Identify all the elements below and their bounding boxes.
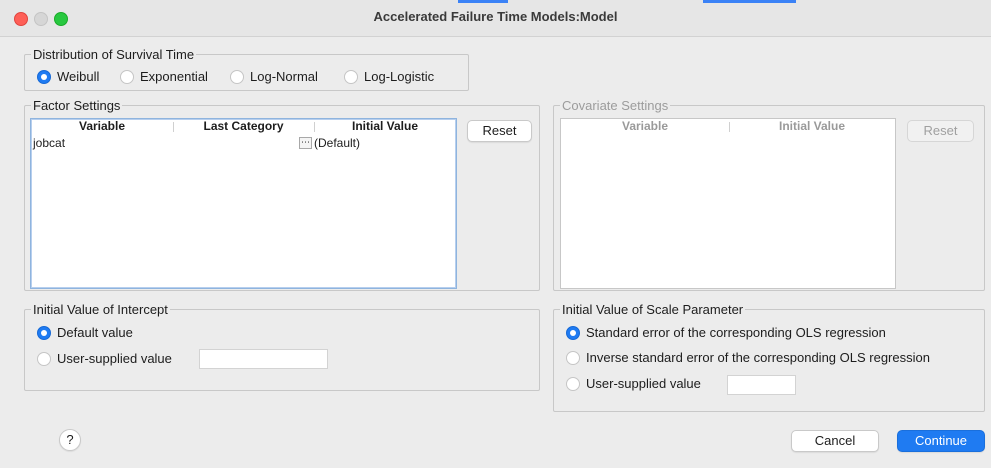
column-header-variable[interactable]: Variable: [561, 119, 729, 134]
radio-indicator: [344, 69, 358, 84]
radio-label: Log-Normal: [250, 69, 318, 84]
table-header: Variable Last Category Initial Value: [31, 119, 456, 134]
column-header-initial-value[interactable]: Initial Value: [314, 119, 456, 134]
window-title: Accelerated Failure Time Models:Model: [373, 9, 618, 24]
radio-label: Inverse standard error of the correspond…: [586, 350, 930, 365]
dialog-window: Accelerated Failure Time Models:Model Di…: [0, 0, 991, 468]
radio-exponential[interactable]: Exponential: [120, 69, 208, 84]
table-header: Variable Initial Value: [561, 119, 895, 134]
radio-intercept-default[interactable]: Default value: [37, 325, 133, 340]
radio-indicator: [37, 325, 51, 340]
scale-legend: Initial Value of Scale Parameter: [562, 302, 744, 317]
radio-indicator: [230, 69, 244, 84]
covariate-reset-button[interactable]: Reset: [907, 120, 974, 142]
radio-indicator: [37, 69, 51, 84]
column-header-variable[interactable]: Variable: [31, 119, 173, 134]
radio-scale-standard-error[interactable]: Standard error of the corresponding OLS …: [566, 325, 886, 340]
radio-indicator: [566, 350, 580, 365]
radio-label: Log-Logistic: [364, 69, 435, 84]
radio-log-normal[interactable]: Log-Normal: [230, 69, 318, 84]
intercept-value-input[interactable]: [199, 349, 328, 369]
cell-initial-value[interactable]: (Default): [314, 136, 360, 150]
column-header-last-category[interactable]: Last Category: [173, 119, 314, 134]
help-button[interactable]: ?: [59, 429, 81, 451]
covariate-settings-table[interactable]: Variable Initial Value: [560, 118, 896, 289]
background-window-strip: [458, 0, 508, 3]
scale-value-input[interactable]: [727, 375, 796, 395]
factor-settings-legend: Factor Settings: [33, 98, 121, 113]
cancel-button[interactable]: Cancel: [791, 430, 879, 452]
radio-label: Exponential: [140, 69, 208, 84]
distribution-legend: Distribution of Survival Time: [33, 47, 195, 62]
radio-indicator: [120, 69, 134, 84]
radio-indicator: [566, 325, 580, 340]
radio-scale-inverse-standard-error[interactable]: Inverse standard error of the correspond…: [566, 350, 930, 365]
column-header-initial-value[interactable]: Initial Value: [729, 119, 895, 134]
intercept-legend: Initial Value of Intercept: [33, 302, 168, 317]
title-bar: Accelerated Failure Time Models:Model: [0, 0, 991, 37]
radio-log-logistic[interactable]: Log-Logistic: [344, 69, 434, 84]
continue-button[interactable]: Continue: [897, 430, 985, 452]
radio-indicator: [566, 376, 580, 391]
radio-scale-user[interactable]: User-supplied value: [566, 376, 701, 391]
intercept-group: Initial Value of Intercept: [24, 302, 540, 391]
radio-label: Default value: [57, 325, 133, 340]
radio-label: Standard error of the corresponding OLS …: [586, 325, 886, 340]
covariate-settings-legend: Covariate Settings: [562, 98, 669, 113]
background-window-strip: [703, 0, 796, 3]
ellipsis-button[interactable]: ⋯: [299, 137, 312, 149]
radio-label: User-supplied value: [57, 351, 172, 366]
radio-intercept-user[interactable]: User-supplied value: [37, 351, 172, 366]
factor-settings-table[interactable]: Variable Last Category Initial Value job…: [30, 118, 457, 289]
radio-label: Weibull: [57, 69, 100, 84]
radio-label: User-supplied value: [586, 376, 701, 391]
factor-reset-button[interactable]: Reset: [467, 120, 532, 142]
cell-variable: jobcat: [33, 136, 66, 150]
radio-indicator: [37, 351, 51, 366]
radio-weibull[interactable]: Weibull: [37, 69, 99, 84]
dialog-content: Distribution of Survival Time Weibull Ex…: [0, 37, 991, 468]
